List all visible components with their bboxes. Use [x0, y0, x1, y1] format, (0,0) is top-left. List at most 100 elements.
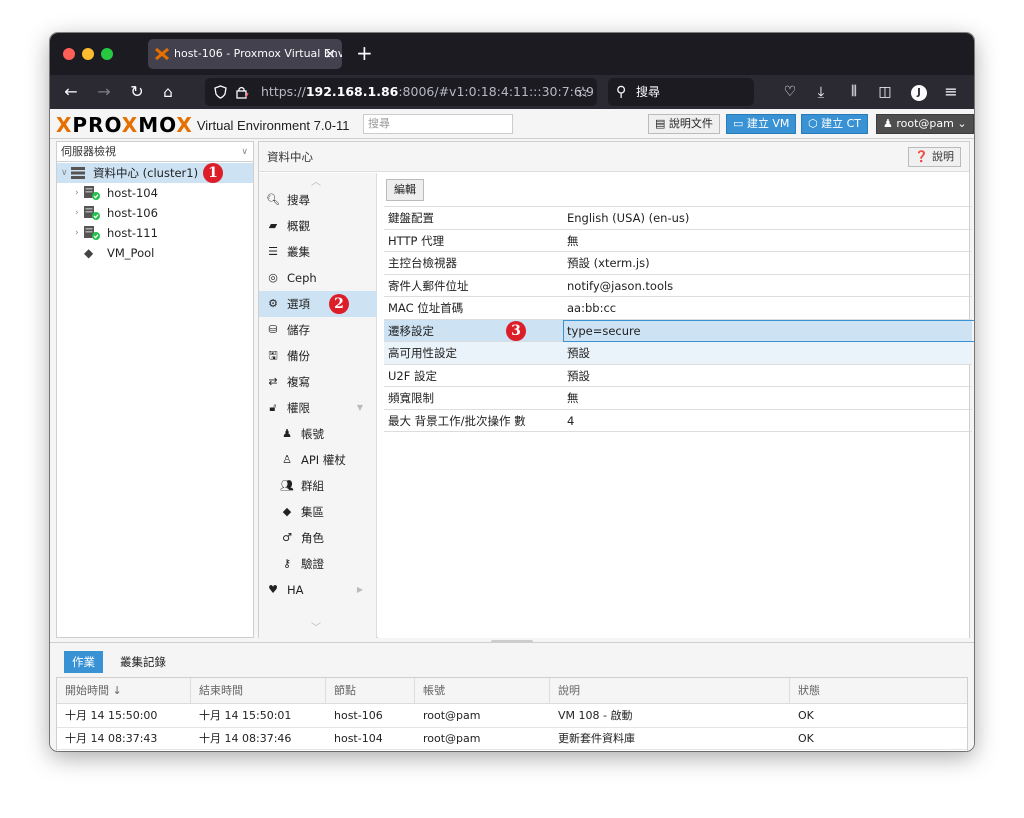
- minimize-window-button[interactable]: [82, 48, 94, 60]
- column-header-end-time[interactable]: 結束時間: [191, 678, 326, 704]
- user-icon: ♟: [883, 117, 893, 130]
- back-arrow-icon[interactable]: ←: [60, 75, 82, 109]
- lock-warning-icon[interactable]: [235, 85, 249, 99]
- collapse-arrow-icon[interactable]: ∨: [61, 163, 68, 183]
- datacenter-panel: 資料中心 ❓ 說明 ︿ 🔍︎ 搜尋 ▰ 概觀 ☰ 叢集 ◎ Ceph ⚙ 選項 2 ⛁ 儲存 …: [258, 141, 974, 638]
- column-header-start-time[interactable]: 開始時間 ↓: [57, 678, 191, 704]
- menu-item-groups[interactable]: 👥︎ 群組: [259, 473, 377, 499]
- heartbeat-icon: ♥: [268, 583, 278, 596]
- table-row[interactable]: 十月 14 15:50:00 十月 14 15:50:01 host-106 r…: [57, 705, 967, 728]
- tree-node-host-104[interactable]: › host-104: [57, 183, 253, 203]
- browser-search-box[interactable]: ⚲ 搜尋: [608, 78, 754, 106]
- annotation-marker-2: 2: [329, 294, 349, 314]
- tab-tasks[interactable]: 作業: [64, 651, 103, 673]
- menu-item-summary[interactable]: ▰ 概觀: [259, 213, 377, 239]
- close-window-button[interactable]: [63, 48, 75, 60]
- bookmark-star-icon[interactable]: ☆: [572, 75, 594, 109]
- option-row-u2f[interactable]: U2F 設定 預設: [384, 365, 972, 387]
- collapse-chevron-icon[interactable]: ▼: [357, 395, 363, 421]
- cell-description: VM 108 - 啟動: [558, 709, 633, 722]
- option-row-migration[interactable]: 遷移設定 type=secure 3: [384, 319, 974, 342]
- forward-arrow-icon[interactable]: →: [93, 75, 115, 109]
- reload-icon[interactable]: ↻: [126, 75, 148, 109]
- menu-item-replication[interactable]: ⇄ 複寫: [259, 369, 377, 395]
- browser-tab[interactable]: host-106 - Proxmox Virtual Envir ×: [148, 39, 342, 69]
- option-row-console[interactable]: 主控台檢視器 預設 (xterm.js): [384, 252, 972, 275]
- profile-avatar[interactable]: J: [908, 75, 930, 109]
- monitor-icon: ▭: [733, 117, 744, 130]
- menu-item-roles[interactable]: ♂ 角色: [259, 525, 377, 551]
- create-vm-label: 建立 VM: [746, 117, 790, 130]
- server-icon: ☰: [268, 245, 278, 258]
- download-icon[interactable]: ⤓: [810, 75, 832, 109]
- expand-arrow-icon[interactable]: ›: [75, 203, 79, 223]
- expand-arrow-icon[interactable]: ›: [75, 223, 79, 243]
- browser-window: host-106 - Proxmox Virtual Envir × + ← →…: [50, 33, 974, 751]
- menu-item-ceph[interactable]: ◎ Ceph: [259, 265, 377, 291]
- user-menu-button[interactable]: ♟ root@pam ⌄: [876, 114, 974, 134]
- column-header-description[interactable]: 說明: [550, 678, 790, 704]
- option-row-max-workers[interactable]: 最大 背景工作/批次操作 數 4: [384, 410, 972, 432]
- proxmox-logo[interactable]: XPROXMOX Virtual Environment 7.0-11: [56, 113, 350, 137]
- expand-chevron-icon[interactable]: ▶: [357, 577, 363, 603]
- tree-node-host-111[interactable]: › host-111: [57, 223, 253, 243]
- menu-item-search[interactable]: 🔍︎ 搜尋: [259, 187, 377, 213]
- hamburger-menu-icon[interactable]: ≡: [940, 75, 962, 109]
- create-ct-button[interactable]: ⬡ 建立 CT: [801, 114, 869, 134]
- help-button[interactable]: ❓ 說明: [907, 147, 961, 167]
- tab-cluster-log[interactable]: 叢集記錄: [112, 651, 174, 673]
- menu-item-cluster[interactable]: ☰ 叢集: [259, 239, 377, 265]
- tree-node-host-106[interactable]: › host-106: [57, 203, 253, 223]
- sidebar-toggle-icon[interactable]: ◫: [874, 75, 896, 109]
- menu-item-api-tokens[interactable]: ♙ API 權杖: [259, 447, 377, 473]
- menu-item-realms[interactable]: ⚷ 驗證: [259, 551, 377, 577]
- panel-title: 資料中心: [267, 150, 313, 164]
- option-row-keyboard[interactable]: 鍵盤配置 English (USA) (en-us): [384, 207, 972, 230]
- menu-item-label: 儲存: [287, 323, 310, 337]
- menu-item-options[interactable]: ⚙ 選項 2: [259, 291, 377, 317]
- menu-item-label: 驗證: [301, 557, 324, 571]
- option-key: 寄件人郵件位址: [388, 278, 469, 293]
- gear-icon: ⚙: [268, 297, 278, 310]
- scroll-down-icon[interactable]: ﹀: [311, 619, 321, 634]
- menu-item-backup[interactable]: 🖫 備份: [259, 343, 377, 369]
- option-key: HTTP 代理: [388, 233, 445, 248]
- option-value: English (USA) (en-us): [567, 211, 690, 225]
- column-header-user[interactable]: 帳號: [415, 678, 550, 704]
- tree-node-datacenter[interactable]: ∨ 資料中心 (cluster1) 1: [57, 163, 253, 183]
- expand-arrow-icon[interactable]: ›: [75, 183, 79, 203]
- pocket-icon[interactable]: ♡: [779, 75, 801, 109]
- close-tab-icon[interactable]: ×: [324, 39, 336, 69]
- column-header-status[interactable]: 狀態: [790, 678, 967, 704]
- profile-initial: J: [911, 84, 927, 101]
- menu-item-users[interactable]: ♟ 帳號: [259, 421, 377, 447]
- app-header: XPROXMOX Virtual Environment 7.0-11 搜尋 ▤ …: [50, 109, 974, 139]
- chevron-down-icon: ∨: [241, 147, 248, 157]
- zoom-window-button[interactable]: [101, 48, 113, 60]
- scroll-up-icon[interactable]: ︿: [311, 173, 321, 188]
- url-bar[interactable]: https://192.168.1.86:8006/#v1:0:18:4:11:…: [205, 78, 597, 106]
- host-106-label: host-106: [107, 206, 158, 220]
- table-row[interactable]: 十月 14 08:37:43 十月 14 08:37:46 host-104 r…: [57, 728, 967, 750]
- tree-node-pool[interactable]: ◆ VM_Pool: [57, 243, 253, 263]
- option-row-ha[interactable]: 高可用性設定 預設: [384, 342, 972, 365]
- menu-item-ha[interactable]: ♥ HA ▶: [259, 577, 377, 603]
- view-selector[interactable]: 伺服器檢視 ∨: [57, 142, 253, 162]
- library-icon[interactable]: ⫼: [843, 75, 865, 109]
- menu-item-storage[interactable]: ⛁ 儲存: [259, 317, 377, 343]
- documentation-button[interactable]: ▤ 說明文件: [648, 114, 720, 134]
- option-row-bandwidth[interactable]: 頻寬限制 無: [384, 387, 972, 410]
- column-header-node[interactable]: 節點: [326, 678, 415, 704]
- option-row-mac-prefix[interactable]: MAC 位址首碼 aa:bb:cc: [384, 297, 972, 320]
- new-tab-button[interactable]: +: [356, 41, 373, 65]
- create-vm-button[interactable]: ▭ 建立 VM: [726, 114, 797, 134]
- home-icon[interactable]: ⌂: [157, 75, 179, 109]
- option-row-http-proxy[interactable]: HTTP 代理 無: [384, 230, 972, 252]
- menu-item-pools[interactable]: ◆ 集區: [259, 499, 377, 525]
- header-search-input[interactable]: 搜尋: [363, 114, 513, 134]
- edit-button[interactable]: 編輯: [386, 179, 424, 201]
- browser-search-label: 搜尋: [636, 85, 661, 99]
- option-row-email-from[interactable]: 寄件人郵件位址 notify@jason.tools: [384, 275, 972, 297]
- url-path: :8006/#v1:0:18:4:11:::30:7:6:9: [398, 84, 594, 99]
- menu-item-permissions[interactable]: 🔓︎ 權限 ▼: [259, 395, 377, 421]
